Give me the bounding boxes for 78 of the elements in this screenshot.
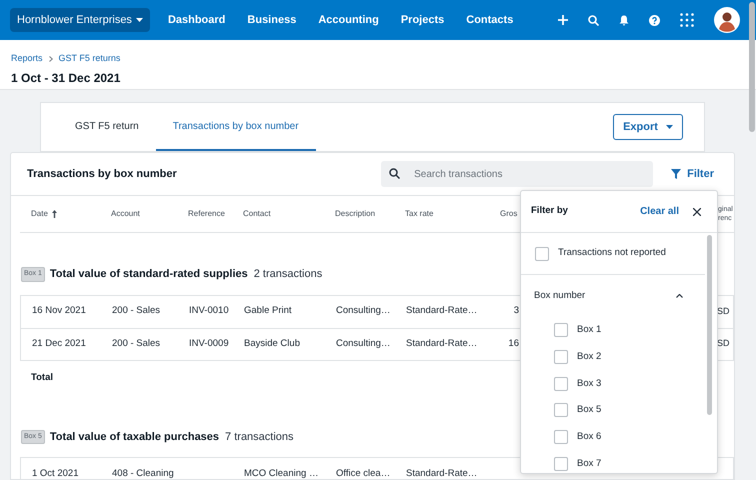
column-header[interactable]: Gros [500, 208, 518, 220]
table-cell: Standard-Rate… [406, 338, 478, 349]
nav-link[interactable]: Business [247, 12, 296, 28]
table-cell: MCO Cleaning … [244, 468, 318, 479]
column-header[interactable]: Date [31, 208, 48, 220]
nav-link[interactable]: Projects [400, 12, 444, 28]
checkbox-label: Box 3 [577, 376, 602, 390]
breadcrumb-link[interactable]: GST F5 returns [58, 52, 120, 66]
page-scrollbar[interactable] [749, 2, 755, 132]
export-button[interactable]: Export [613, 114, 683, 140]
checkbox-label: Transactions not reported [558, 246, 666, 260]
group-title: Total value of taxable purchases [50, 430, 220, 445]
table-cell: 200 - Sales [112, 338, 160, 349]
table-cell: 16 [508, 338, 519, 349]
tab[interactable]: GST F5 return [58, 103, 156, 151]
checkbox-label: Box 5 [577, 403, 602, 418]
filter-button[interactable]: Filter [671, 166, 714, 182]
nav-link[interactable]: Dashboard [168, 12, 226, 28]
table-cell: 408 - Cleaning [112, 468, 174, 479]
section-toggle[interactable]: Box number [521, 275, 707, 317]
help-icon[interactable] [649, 14, 660, 26]
table-cell: 200 - Sales [112, 305, 160, 316]
checkbox-label: Box 2 [577, 350, 602, 364]
filter-icon [671, 169, 682, 179]
nav-link[interactable]: Accounting [318, 12, 379, 28]
close-icon[interactable] [693, 208, 701, 216]
checkbox[interactable] [554, 376, 568, 391]
table-cell: 1 Oct 2021 [32, 468, 78, 479]
column-header[interactable]: Description [335, 208, 376, 220]
checkbox[interactable] [554, 430, 568, 444]
table-cell: SD [717, 306, 730, 316]
table-cell: Consulting… [336, 338, 390, 349]
table-cell: 16 Nov 2021 [32, 305, 86, 316]
nav-link[interactable]: Contacts [466, 12, 514, 28]
organisation-menu[interactable]: Hornblower Enterprises [10, 8, 150, 32]
card-title: Transactions by box number [27, 166, 177, 182]
add-icon[interactable] [558, 15, 568, 25]
transaction-count: 2 transactions [254, 267, 322, 282]
breadcrumb-link[interactable]: Reports [11, 52, 43, 66]
column-header[interactable]: Reference [188, 208, 225, 220]
avatar-icon[interactable] [714, 7, 740, 33]
checkbox[interactable] [554, 456, 568, 471]
group-title: Total value of standard-rated supplies [50, 267, 248, 282]
checkbox[interactable] [554, 350, 568, 364]
table-cell: Gable Print [244, 305, 292, 316]
total-label: Total [31, 370, 53, 384]
panel-title: Filter by [531, 204, 568, 218]
table-cell: 21 Dec 2021 [32, 338, 86, 349]
column-header[interactable]: Account [111, 208, 140, 220]
caret-icon [136, 18, 143, 22]
search-icon [389, 168, 400, 179]
table-cell: INV-0010 [189, 305, 229, 316]
table-cell: SD [717, 338, 730, 348]
apps-grid-icon[interactable] [680, 13, 694, 27]
chevron-right-icon [48, 56, 53, 62]
checkbox[interactable] [554, 403, 568, 418]
column-header[interactable]: Tax rate [405, 208, 434, 220]
table-cell: Bayside Club [244, 338, 300, 349]
clear-all-link[interactable]: Clear all [640, 204, 679, 219]
checkbox-label: Box 1 [577, 323, 602, 337]
search-icon[interactable] [588, 14, 599, 26]
checkbox[interactable] [554, 323, 568, 338]
caret-icon [666, 125, 673, 129]
bell-icon[interactable] [619, 14, 629, 26]
scrollbar[interactable] [707, 235, 712, 415]
checkbox[interactable] [535, 246, 549, 260]
transaction-count: 7 transactions [225, 430, 294, 445]
table-cell: 3 [514, 305, 519, 316]
table-cell: INV-0009 [189, 338, 229, 349]
search-field[interactable]: Search transactions [381, 161, 654, 188]
table-cell: Office clea… [336, 468, 390, 479]
table-cell: Consulting… [336, 305, 390, 316]
table-cell: Standard-Rate… [406, 305, 478, 316]
column-header[interactable]: Contact [243, 208, 271, 220]
checkbox-label: Box 7 [577, 456, 602, 471]
table-cell: Standard-Rate… [406, 468, 478, 479]
checkbox-label: Box 6 [577, 430, 602, 444]
report-period: 1 Oct - 31 Dec 2021 [11, 70, 122, 86]
